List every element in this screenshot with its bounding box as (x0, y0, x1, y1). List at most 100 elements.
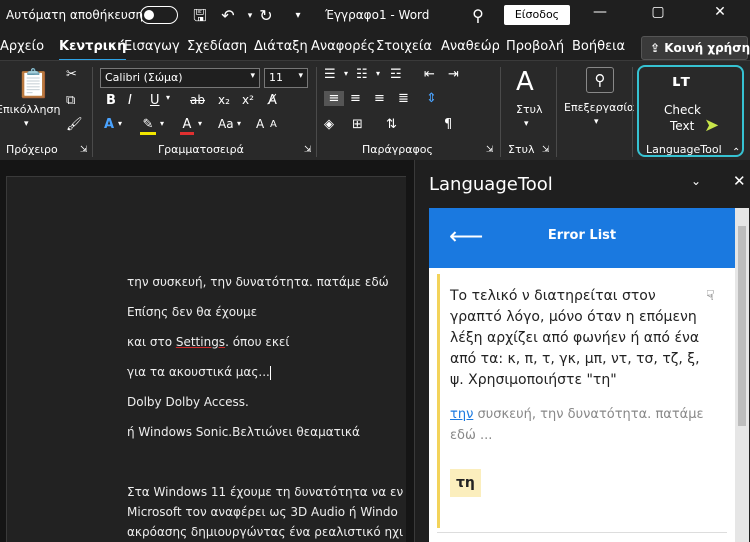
superscript-icon[interactable]: x² (242, 93, 254, 107)
change-case-dropdown-icon[interactable]: ▾ (237, 119, 241, 128)
tab-mailings[interactable]: Στοιχεία α (376, 39, 434, 54)
highlight-icon[interactable]: ✎ (140, 117, 156, 135)
search-icon[interactable]: ⚲ (468, 6, 488, 26)
editing-dropdown-icon[interactable]: ▾ (594, 117, 599, 127)
show-marks-icon[interactable]: ¶ (444, 117, 452, 132)
styles-dropdown-icon[interactable]: ▾ (524, 119, 529, 129)
grow-font-icon[interactable]: A (256, 117, 264, 131)
increase-indent-icon[interactable]: ⇥ (448, 67, 459, 82)
font-color-dropdown-icon[interactable]: ▾ (198, 119, 202, 128)
paste-dropdown-icon[interactable]: ▾ (24, 119, 29, 129)
doc-line[interactable]: Dolby Dolby Access. (127, 395, 249, 409)
share-button[interactable]: ⇪ Κοινή χρήση (641, 36, 750, 60)
numbering-icon[interactable]: ☷ (356, 67, 368, 82)
pane-options-icon[interactable]: ⌄ (691, 174, 701, 188)
languagetool-logo-icon[interactable]: ʟᴛ (672, 71, 690, 90)
subscript-icon[interactable]: x₂ (218, 93, 230, 107)
borders-icon[interactable]: ⊞ (352, 117, 363, 132)
bold-icon[interactable]: B (106, 93, 116, 108)
doc-line[interactable]: για τα ακουστικά μας... (127, 365, 271, 380)
paste-label[interactable]: Επικόλληση (0, 103, 60, 116)
pane-scrollbar[interactable] (735, 208, 749, 542)
signin-button[interactable]: Είσοδος (504, 5, 570, 25)
check-text-label-1[interactable]: Check (664, 103, 701, 117)
doc-line[interactable]: Επίσης δεν θα έχουμε (127, 305, 257, 319)
paragraph-launcher-icon[interactable]: ⇲ (486, 145, 494, 155)
align-left-icon[interactable]: ≡ (324, 91, 344, 106)
decrease-indent-icon[interactable]: ⇤ (424, 67, 435, 82)
sort-icon[interactable]: ⇅ (386, 117, 397, 132)
align-right-icon[interactable]: ≡ (374, 91, 385, 106)
redo-icon[interactable]: ↻ (256, 6, 276, 26)
tab-home[interactable]: Κεντρική (59, 39, 127, 62)
clear-format-icon[interactable]: A̸ (268, 93, 277, 108)
doc-line[interactable]: Microsoft τον αναφέρει ως 3D Audio ή Win… (127, 505, 398, 519)
close-icon[interactable]: ✕ (710, 4, 730, 20)
bullets-dropdown-icon[interactable]: ▾ (344, 69, 348, 78)
scrollbar-thumb[interactable] (738, 226, 746, 426)
font-color-icon[interactable]: A (180, 117, 194, 135)
doc-line[interactable]: ακρόασης δημιουργώντας ένα ρεαλιστικό ηχ… (127, 525, 403, 539)
save-icon[interactable]: 🖫 (190, 6, 210, 26)
search-icon[interactable]: ⚲ (586, 67, 614, 93)
font-name-select[interactable]: Calibri (Σώμα) ▾ (100, 68, 260, 88)
multilevel-list-icon[interactable]: ☲ (390, 67, 402, 82)
text-cursor (269, 365, 271, 380)
change-case-icon[interactable]: Aa (218, 117, 234, 131)
tab-file[interactable]: Αρχείο (0, 39, 44, 54)
font-size-select[interactable]: 11 ▾ (264, 68, 308, 88)
doc-line[interactable]: Στα Windows 11 έχουμε τη δυνατότητα να ε… (127, 485, 403, 499)
group-label-languagetool: LanguageTool (646, 143, 722, 156)
styles-label[interactable]: Στυλ (516, 103, 542, 116)
shrink-font-icon[interactable]: A (270, 119, 277, 130)
editing-label[interactable]: Επεξεργασία (564, 101, 634, 114)
customize-toolbar-icon[interactable]: ▾ (288, 6, 308, 26)
pane-close-icon[interactable]: ✕ (733, 172, 746, 190)
format-painter-icon[interactable]: 🖌 (66, 117, 83, 132)
justify-icon[interactable]: ≣ (398, 91, 409, 106)
group-label-font: Γραμματοσειρά (158, 143, 244, 156)
numbering-dropdown-icon[interactable]: ▾ (376, 69, 380, 78)
misspelled-word[interactable]: Settings (176, 335, 225, 349)
underline-icon[interactable]: U (150, 93, 160, 108)
italic-icon[interactable]: I (128, 93, 132, 108)
tab-design[interactable]: Σχεδίαση (187, 39, 247, 54)
doc-line[interactable]: και στο Settings. όπου εκεί (127, 335, 289, 349)
tab-insert[interactable]: Εισαγωγή (124, 39, 180, 54)
highlight-dropdown-icon[interactable]: ▾ (160, 119, 164, 128)
strikethrough-icon[interactable]: ab (190, 93, 205, 107)
ignore-icon[interactable]: ☟ (706, 288, 715, 304)
line-spacing-icon[interactable]: ⇕ (426, 91, 437, 106)
tab-references[interactable]: Αναφορές (311, 39, 375, 54)
tab-help[interactable]: Βοήθεια (572, 39, 625, 54)
styles-icon[interactable]: A (516, 67, 534, 97)
doc-line[interactable]: την συσκευή, την δυνατότητα. πατάμε εδώ (127, 275, 389, 289)
cut-icon[interactable]: ✂ (66, 67, 77, 82)
error-list-body: Το τελικό ν διατηρείται στον γραπτό λόγο… (429, 268, 735, 542)
check-text-label-2[interactable]: Text (670, 119, 694, 133)
collapse-ribbon-icon[interactable]: ⌃ (732, 147, 740, 158)
copy-icon[interactable]: ⧉ (66, 93, 75, 108)
bullets-icon[interactable]: ☰ (324, 67, 336, 82)
paste-icon[interactable]: 📋 (16, 67, 51, 100)
font-launcher-icon[interactable]: ⇲ (304, 145, 312, 155)
doc-line[interactable]: ή Windows Sonic.Βελτιώνει θεαματικά (127, 425, 360, 439)
maximize-icon[interactable]: ▢ (648, 4, 668, 20)
suggestion-button[interactable]: τη (450, 469, 481, 497)
tab-view[interactable]: Προβολή (506, 39, 564, 54)
group-label-paragraph: Παράγραφος (362, 143, 433, 156)
clipboard-launcher-icon[interactable]: ⇲ (80, 145, 88, 155)
tab-layout[interactable]: Διάταξη (254, 39, 308, 54)
minimize-icon[interactable]: — (590, 4, 610, 20)
autosave-toggle[interactable] (140, 6, 178, 24)
document-page[interactable]: την συσκευή, την δυνατότητα. πατάμε εδώ … (6, 176, 406, 542)
shading-icon[interactable]: ◈ (324, 117, 334, 132)
underline-dropdown-icon[interactable]: ▾ (166, 93, 170, 102)
align-center-icon[interactable]: ≡ (350, 91, 361, 106)
styles-launcher-icon[interactable]: ⇲ (542, 145, 550, 155)
error-card[interactable]: Το τελικό ν διατηρείται στον γραπτό λόγο… (437, 274, 727, 528)
text-effects-dropdown-icon[interactable]: ▾ (118, 119, 122, 128)
undo-icon[interactable]: ↶ (218, 6, 238, 26)
text-effects-icon[interactable]: A (104, 117, 114, 132)
tab-review[interactable]: Αναθεώρ (441, 39, 499, 54)
